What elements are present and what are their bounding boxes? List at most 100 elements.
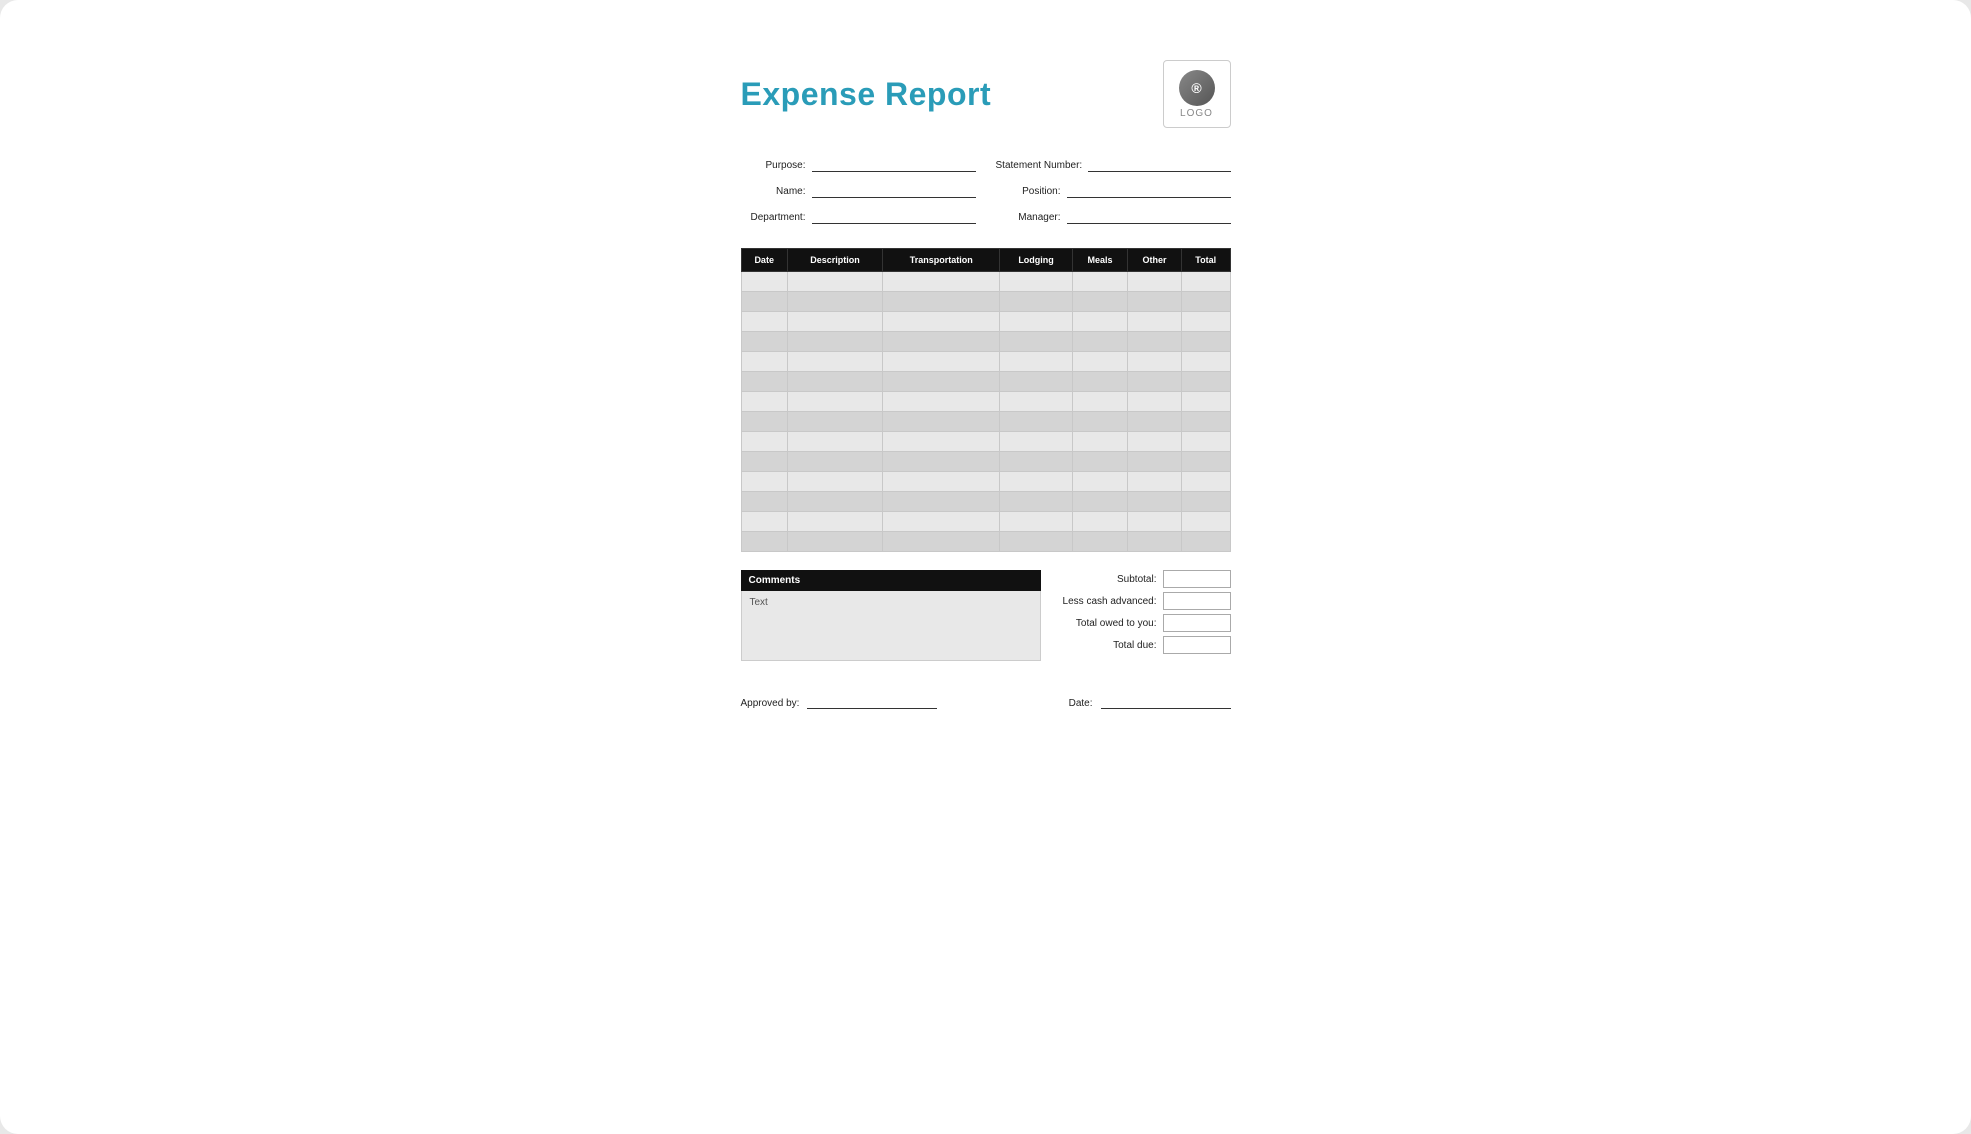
table-cell[interactable] (1128, 432, 1182, 452)
table-cell[interactable] (1072, 272, 1127, 292)
table-cell[interactable] (787, 532, 882, 552)
name-input[interactable] (812, 182, 976, 198)
table-cell[interactable] (1000, 272, 1072, 292)
table-cell[interactable] (1181, 432, 1230, 452)
table-cell[interactable] (883, 452, 1000, 472)
table-cell[interactable] (787, 472, 882, 492)
table-cell[interactable] (741, 512, 787, 532)
table-cell[interactable] (787, 272, 882, 292)
table-cell[interactable] (787, 392, 882, 412)
table-cell[interactable] (1128, 512, 1182, 532)
table-cell[interactable] (1072, 292, 1127, 312)
table-cell[interactable] (1128, 532, 1182, 552)
table-cell[interactable] (1128, 332, 1182, 352)
table-cell[interactable] (1181, 412, 1230, 432)
table-cell[interactable] (1181, 492, 1230, 512)
table-cell[interactable] (1181, 392, 1230, 412)
table-cell[interactable] (883, 392, 1000, 412)
table-cell[interactable] (787, 332, 882, 352)
table-cell[interactable] (787, 372, 882, 392)
table-cell[interactable] (1000, 512, 1072, 532)
table-cell[interactable] (1128, 472, 1182, 492)
subtotal-input[interactable] (1163, 570, 1231, 588)
table-cell[interactable] (1072, 332, 1127, 352)
approved-by-input[interactable] (807, 693, 937, 709)
table-cell[interactable] (883, 312, 1000, 332)
table-cell[interactable] (883, 532, 1000, 552)
table-cell[interactable] (1128, 452, 1182, 472)
table-cell[interactable] (1072, 532, 1127, 552)
table-cell[interactable] (883, 332, 1000, 352)
table-cell[interactable] (1000, 372, 1072, 392)
table-cell[interactable] (787, 312, 882, 332)
table-cell[interactable] (1181, 372, 1230, 392)
table-cell[interactable] (1181, 472, 1230, 492)
table-cell[interactable] (1128, 492, 1182, 512)
table-cell[interactable] (741, 312, 787, 332)
table-cell[interactable] (741, 292, 787, 312)
table-cell[interactable] (1128, 272, 1182, 292)
table-cell[interactable] (787, 292, 882, 312)
table-cell[interactable] (1072, 412, 1127, 432)
table-cell[interactable] (787, 492, 882, 512)
table-cell[interactable] (883, 352, 1000, 372)
table-cell[interactable] (1072, 392, 1127, 412)
table-cell[interactable] (1072, 512, 1127, 532)
table-cell[interactable] (741, 392, 787, 412)
table-cell[interactable] (741, 452, 787, 472)
table-cell[interactable] (1072, 432, 1127, 452)
table-cell[interactable] (741, 472, 787, 492)
table-cell[interactable] (883, 412, 1000, 432)
department-input[interactable] (812, 208, 976, 224)
total-owed-input[interactable] (1163, 614, 1231, 632)
table-cell[interactable] (1000, 472, 1072, 492)
purpose-input[interactable] (812, 156, 976, 172)
table-cell[interactable] (787, 512, 882, 532)
table-cell[interactable] (1181, 452, 1230, 472)
table-cell[interactable] (1072, 452, 1127, 472)
table-cell[interactable] (1000, 292, 1072, 312)
table-cell[interactable] (1181, 512, 1230, 532)
table-cell[interactable] (741, 332, 787, 352)
table-cell[interactable] (1000, 492, 1072, 512)
table-cell[interactable] (883, 292, 1000, 312)
table-cell[interactable] (1072, 372, 1127, 392)
table-cell[interactable] (1128, 312, 1182, 332)
table-cell[interactable] (1072, 352, 1127, 372)
table-cell[interactable] (741, 352, 787, 372)
table-cell[interactable] (741, 492, 787, 512)
table-cell[interactable] (1072, 312, 1127, 332)
table-cell[interactable] (741, 412, 787, 432)
table-cell[interactable] (787, 452, 882, 472)
less-cash-input[interactable] (1163, 592, 1231, 610)
table-cell[interactable] (1181, 352, 1230, 372)
table-cell[interactable] (1000, 352, 1072, 372)
table-cell[interactable] (1000, 532, 1072, 552)
table-cell[interactable] (1000, 312, 1072, 332)
position-input[interactable] (1067, 182, 1231, 198)
table-cell[interactable] (787, 432, 882, 452)
table-cell[interactable] (741, 272, 787, 292)
table-cell[interactable] (1072, 492, 1127, 512)
table-cell[interactable] (1000, 432, 1072, 452)
date-input[interactable] (1101, 693, 1231, 709)
table-cell[interactable] (1128, 412, 1182, 432)
table-cell[interactable] (1072, 472, 1127, 492)
table-cell[interactable] (883, 492, 1000, 512)
table-cell[interactable] (1181, 332, 1230, 352)
table-cell[interactable] (1128, 372, 1182, 392)
table-cell[interactable] (1128, 392, 1182, 412)
table-cell[interactable] (883, 472, 1000, 492)
table-cell[interactable] (1181, 532, 1230, 552)
table-cell[interactable] (883, 512, 1000, 532)
table-cell[interactable] (1181, 292, 1230, 312)
table-cell[interactable] (741, 372, 787, 392)
table-cell[interactable] (787, 352, 882, 372)
table-cell[interactable] (883, 432, 1000, 452)
table-cell[interactable] (1128, 292, 1182, 312)
table-cell[interactable] (1181, 272, 1230, 292)
table-cell[interactable] (1000, 452, 1072, 472)
table-cell[interactable] (787, 412, 882, 432)
table-cell[interactable] (741, 532, 787, 552)
table-cell[interactable] (1181, 312, 1230, 332)
